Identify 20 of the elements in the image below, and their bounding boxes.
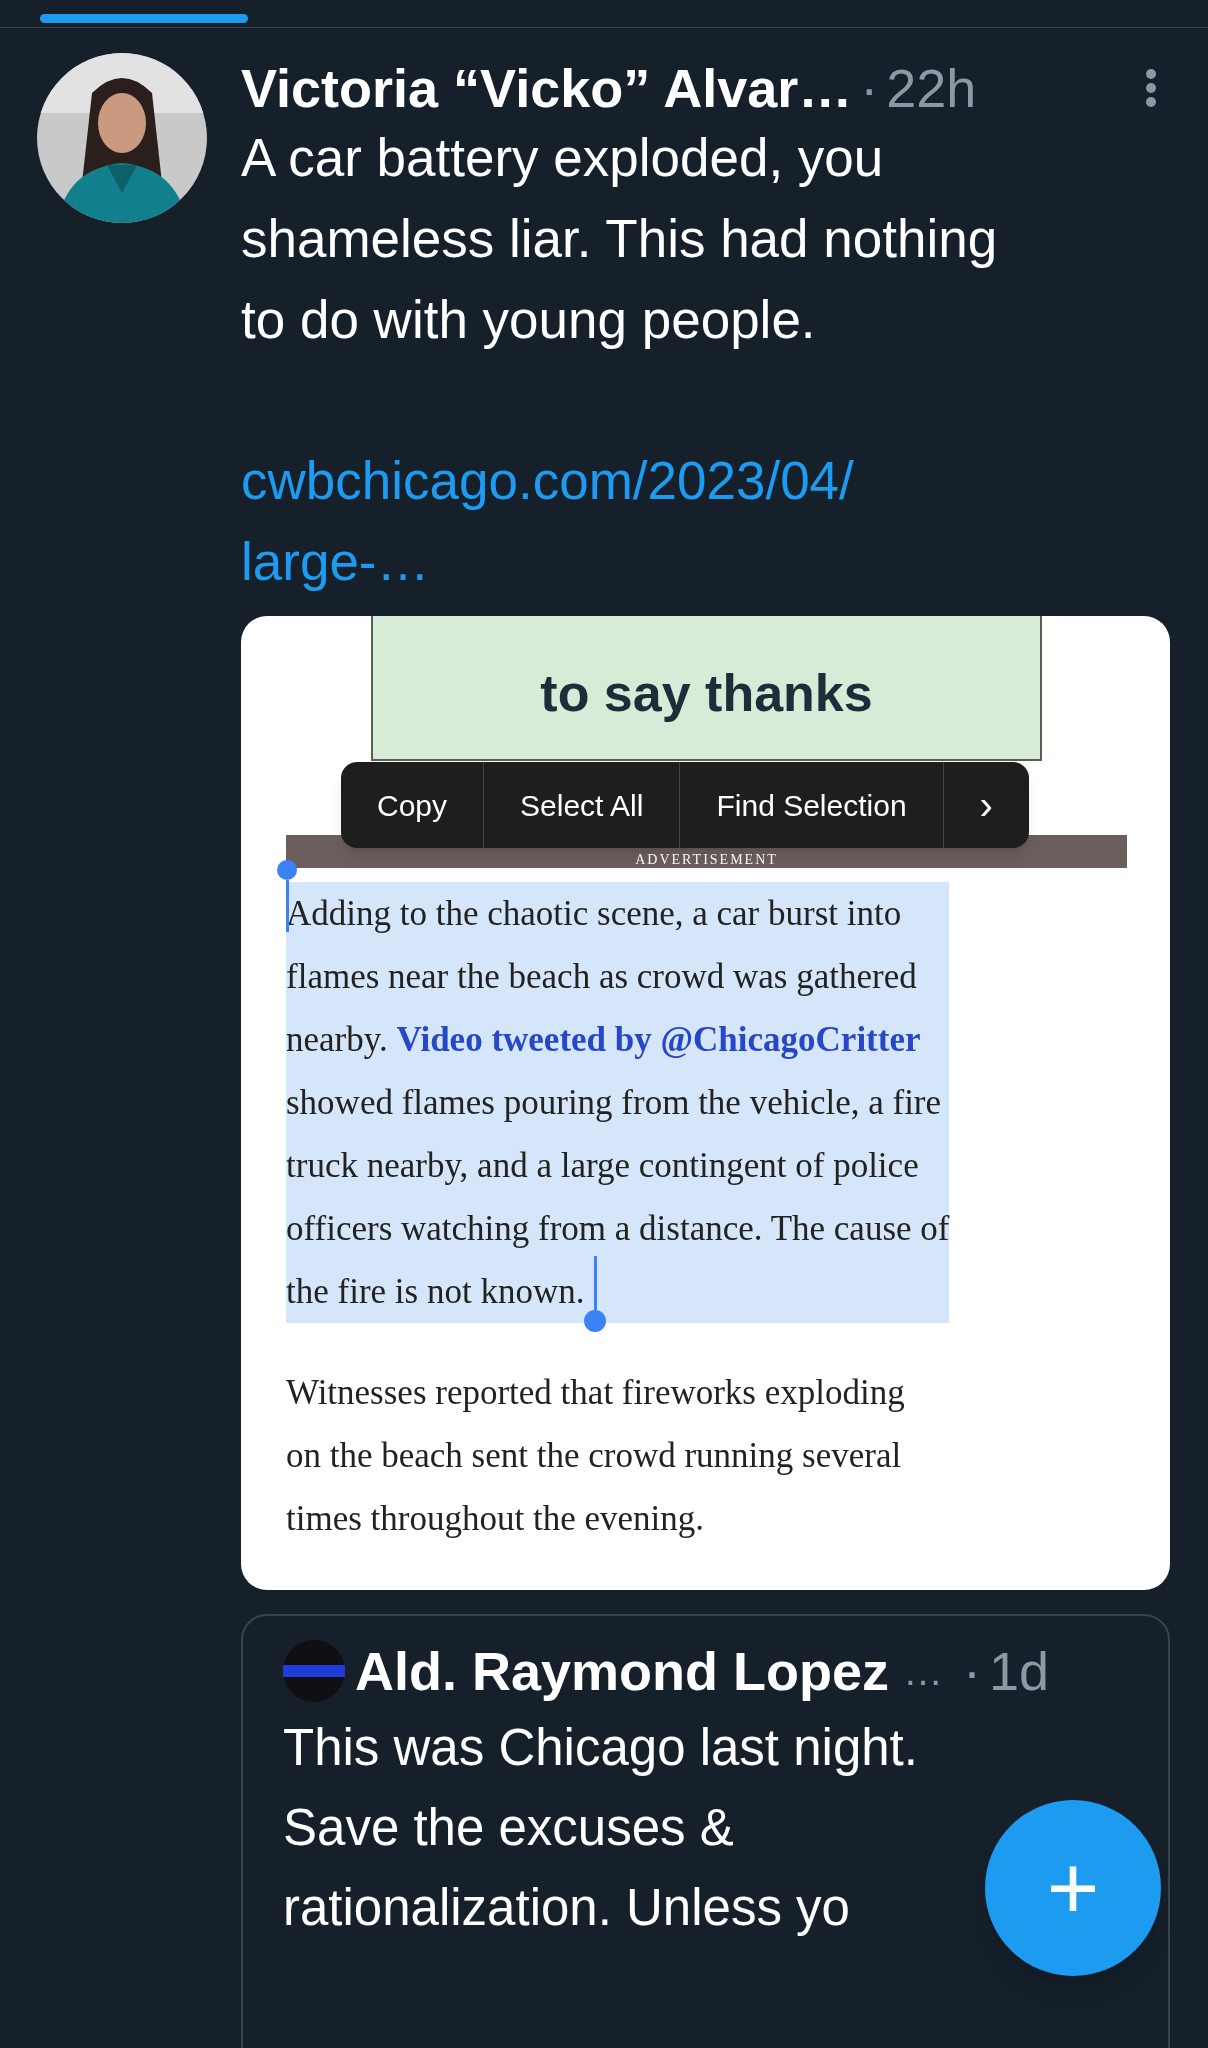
article-paragraph: Witnesses reported that fireworks exploding on the beach sent the crowd running several times throughout the evening.: [286, 1372, 905, 1540]
more-options-icon[interactable]: [1145, 68, 1157, 108]
avatar-icon: [283, 1640, 345, 1702]
post-time: 1d: [989, 1644, 1050, 1698]
post-text: A car battery exploded, you shameless liar. This had nothing to do with young people.: [241, 127, 999, 351]
ellipsis: …: [903, 1651, 943, 1691]
ad-label: ADVERTISEMENT: [635, 852, 778, 868]
author-name[interactable]: Victoria “Vicko” Alvar…: [241, 61, 853, 115]
post-link[interactable]: large-…: [241, 521, 430, 602]
menu-item[interactable]: Select All: [483, 762, 680, 848]
selection-handle[interactable]: [584, 1256, 607, 1332]
post-link[interactable]: cwbchicago.com/2023/04/: [241, 440, 854, 521]
post-time: 22h: [886, 61, 977, 115]
quoted-post-text: This was Chicago last night. Save the excuses & rationalization. Unless yo: [283, 1718, 918, 1938]
menu-item[interactable]: ›: [942, 762, 1029, 848]
menu-item[interactable]: Copy: [341, 762, 484, 848]
separator-dot: ·: [860, 61, 879, 115]
article-link[interactable]: Video tweeted by @ChicagoCritter: [396, 1020, 921, 1059]
menu-item[interactable]: Find Selection: [679, 762, 943, 848]
separator-dot: ·: [963, 1644, 981, 1698]
